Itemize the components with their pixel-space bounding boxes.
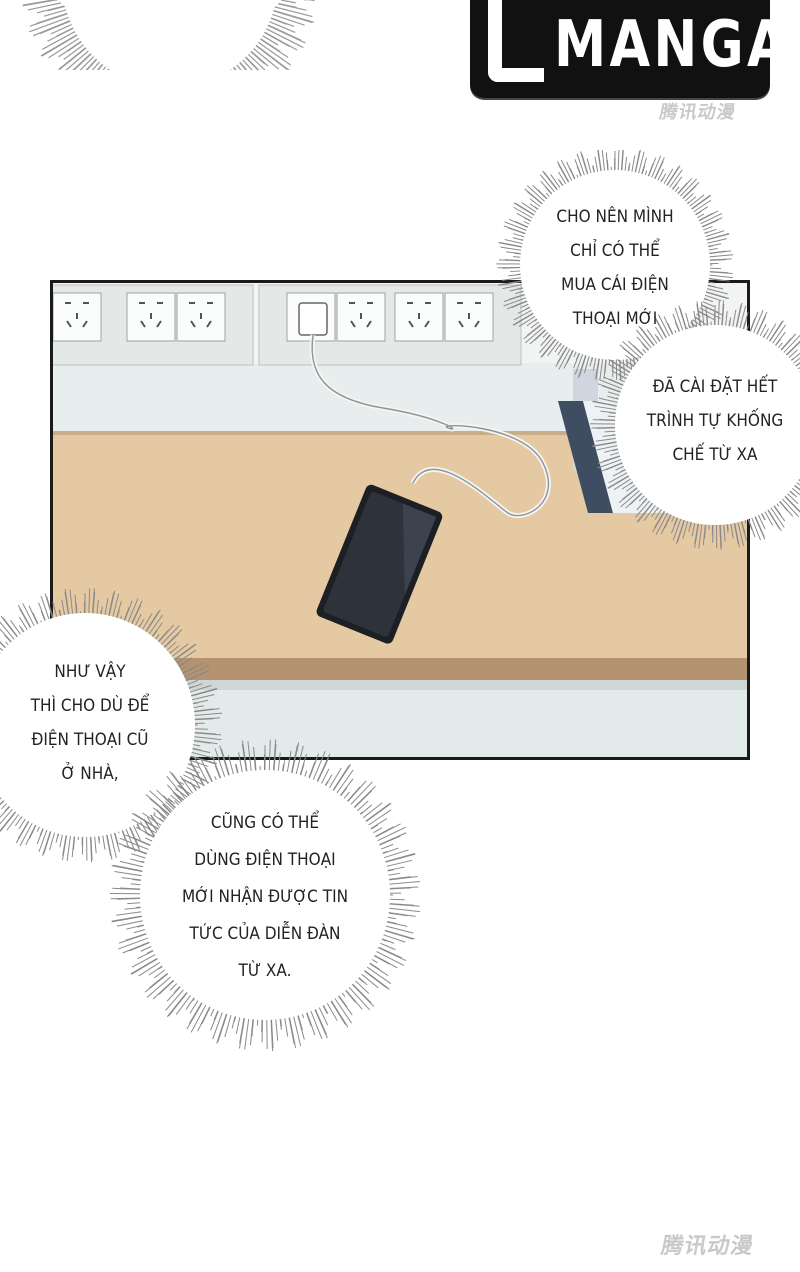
bubble-line: Ở NHÀ, (61, 764, 119, 784)
bubble-line: TỨC CỦA DIỄN ĐÀN (189, 924, 341, 944)
logo-text: MANGA (554, 8, 791, 82)
bubble-line: ĐÃ CÀI ĐẶT HẾT (652, 377, 778, 397)
bubble-line: CHẾ TỪ XA (672, 445, 758, 465)
bubble-line: CHỈ CÓ THỂ (570, 241, 660, 261)
bubble-line: DÙNG ĐIỆN THOẠI (194, 850, 336, 870)
bubble-line: MUA CÁI ĐIỆN (561, 275, 669, 295)
bubble-line: ĐIỆN THOẠI CŨ (31, 730, 149, 750)
top-watermark: 腾讯动漫 (657, 102, 738, 123)
bubble-line: TỪ XA. (238, 961, 292, 981)
logo-g-mark (488, 0, 544, 82)
bubble-line: THÌ CHO DÙ ĐỂ (30, 696, 150, 716)
power-strip-left (53, 284, 254, 366)
bubble-text-left: NHƯ VẬY THÌ CHO DÙ ĐỂ ĐIỆN THOẠI CŨ Ở NH… (9, 655, 171, 791)
bubble-line: MỚI NHẬN ĐƯỢC TIN (181, 887, 349, 907)
burst-bubble-top-left (22, 0, 315, 70)
charger (298, 302, 328, 336)
bubble-line: CHO NÊN MÌNH (556, 207, 674, 227)
bubble-line: TRÌNH TỰ KHỐNG (646, 411, 784, 431)
bubble-line: CŨNG CÓ THỂ (210, 813, 320, 833)
gmanga-logo: MANGA (470, 0, 788, 98)
bottom-watermark: 腾讯动漫 (659, 1234, 756, 1259)
bubble-text-right: ĐÃ CÀI ĐẶT HẾT TRÌNH TỰ KHỐNG CHẾ TỪ XA (639, 370, 792, 472)
bubble-line: NHƯ VẬY (54, 662, 126, 682)
bubble-line: THOẠI MỚI (572, 309, 658, 329)
bubble-text-bottom: CŨNG CÓ THỂ DÙNG ĐIỆN THOẠI MỚI NHẬN ĐƯỢ… (157, 805, 373, 990)
bubble-text-top-right: CHO NÊN MÌNH CHỈ CÓ THỂ MUA CÁI ĐIỆN THO… (543, 200, 687, 336)
